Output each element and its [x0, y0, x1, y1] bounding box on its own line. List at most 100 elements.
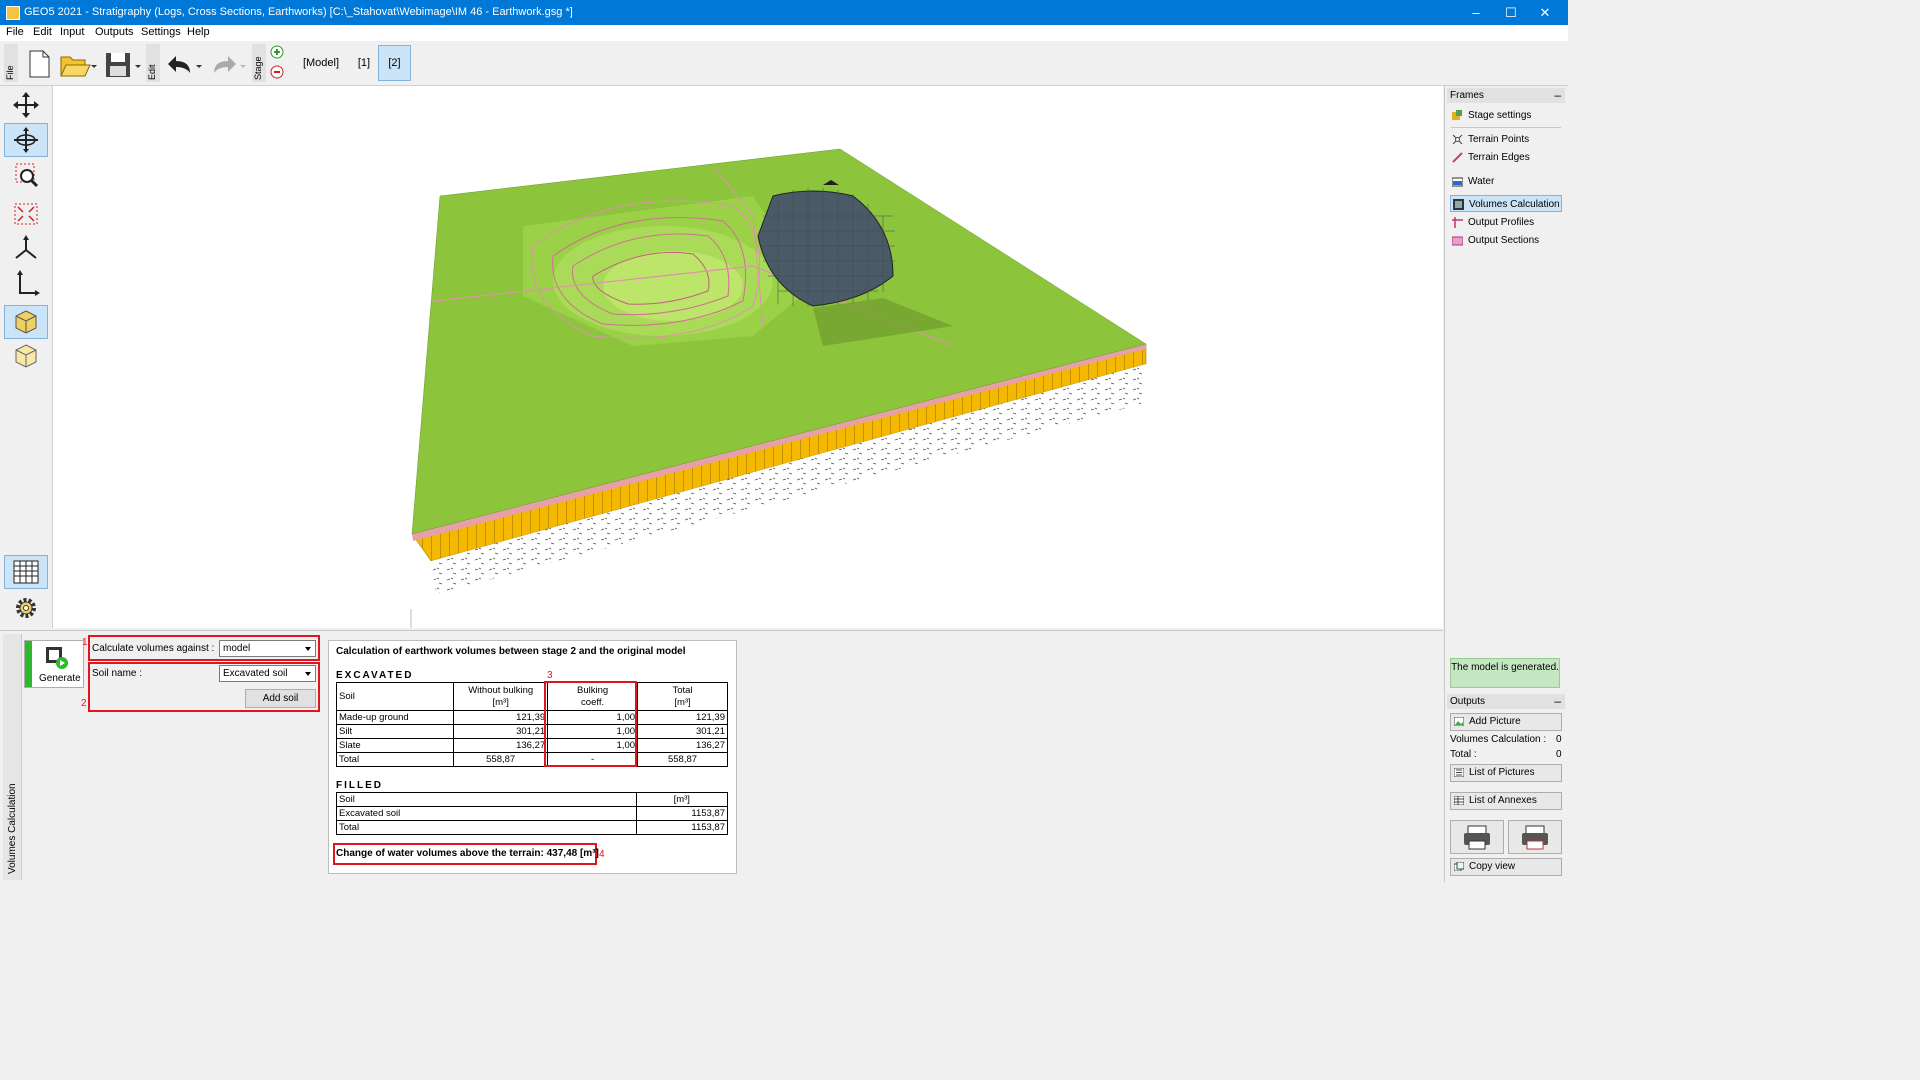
table-row-total: Total 558,87 - 558,87 [335, 752, 728, 767]
table-row: Slate 136,27 1,00 136,27 [335, 738, 728, 753]
filled-heading: FILLED [336, 780, 383, 791]
soil-name-label: Soil name : [92, 668, 143, 679]
frames-collapse-button[interactable]: – [1554, 88, 1561, 102]
list-of-annexes-button[interactable]: List of Annexes [1450, 792, 1562, 810]
stage-2-button[interactable]: [2] [378, 45, 411, 81]
3d-viewport[interactable] [53, 86, 1443, 628]
menu-edit[interactable]: Edit [33, 26, 52, 38]
highlight-box-3 [544, 681, 637, 767]
generate-button[interactable]: Generate [24, 640, 84, 688]
copy-view-button[interactable]: Copy view [1450, 858, 1562, 876]
calc-against-label: Calculate volumes against : [92, 643, 215, 654]
add-picture-button[interactable]: Add Picture [1450, 713, 1562, 731]
marker-4: 4 [599, 849, 605, 860]
marker-1: 1 [82, 637, 88, 648]
outputs-collapse-button[interactable]: – [1554, 694, 1561, 708]
frame-water[interactable]: Water [1450, 173, 1562, 190]
menu-input[interactable]: Input [60, 26, 84, 38]
stage-model-button[interactable]: [Model] [298, 45, 344, 81]
volumes-count-value: 0 [1556, 734, 1562, 745]
undo-icon [168, 56, 202, 73]
axes-2d-button[interactable] [4, 267, 48, 301]
new-file-icon [29, 50, 50, 78]
volumes-calculation-tab[interactable]: Volumes Calculation [3, 634, 22, 880]
excavated-col-header: Total [m³] [637, 682, 728, 711]
excavated-col-header: Soil [335, 682, 455, 711]
axes-3d-button[interactable] [4, 232, 48, 266]
move-tool-button[interactable] [4, 88, 48, 122]
app-icon [6, 6, 20, 20]
open-file-button[interactable] [56, 45, 98, 81]
add-stage-button[interactable] [270, 45, 284, 59]
print-button[interactable] [1450, 820, 1504, 854]
table-icon [13, 560, 39, 584]
filled-col-header: [m³] [635, 792, 729, 807]
fit-view-button[interactable] [4, 197, 48, 231]
add-picture-icon [1454, 717, 1464, 726]
terrain-edges-icon [1452, 152, 1463, 163]
terrain-points-icon [1452, 134, 1463, 145]
remove-stage-button[interactable] [270, 65, 284, 79]
volumes-count-label: Volumes Calculation : [1450, 734, 1547, 745]
box-view-button[interactable] [4, 305, 48, 339]
total-count-label: Total : [1450, 749, 1477, 760]
undo-button[interactable] [164, 45, 206, 81]
plus-circle-icon [270, 45, 284, 59]
menu-help[interactable]: Help [187, 26, 210, 38]
table-row: Excavated soil 1153,87 [336, 806, 729, 821]
results-title: Calculation of earthwork volumes between… [336, 646, 686, 657]
menu-outputs[interactable]: Outputs [95, 26, 134, 38]
frames-separator [1451, 127, 1561, 128]
table-row: Silt 301,21 1,00 301,21 [335, 724, 728, 739]
table-row-total: Total 1153,87 [336, 820, 729, 835]
zoom-tool-button[interactable] [4, 159, 48, 193]
open-folder-icon [60, 56, 97, 77]
frame-terrain-points[interactable]: Terrain Points [1450, 131, 1562, 148]
marker-3: 3 [547, 670, 553, 681]
file-group-label: File [4, 44, 18, 82]
list-of-pictures-button[interactable]: List of Pictures [1450, 764, 1562, 782]
edit-group-label: Edit [146, 44, 160, 82]
generate-icon [46, 647, 68, 669]
add-soil-button[interactable]: Add soil [245, 689, 316, 708]
close-button[interactable]: ✕ [1522, 0, 1568, 25]
window-title: GEO5 2021 - Stratigraphy (Logs, Cross Se… [24, 6, 573, 18]
right-panel: Frames – Stage settings Terrain Points Te… [1444, 86, 1569, 882]
settings-button[interactable] [4, 591, 48, 625]
calc-against-select[interactable]: model [219, 640, 316, 657]
table-view-button[interactable] [4, 555, 48, 589]
menu-file[interactable]: File [6, 26, 24, 38]
solid-box-icon [15, 310, 37, 334]
table-list-icon [1454, 796, 1464, 805]
rotate-tool-button[interactable] [4, 123, 48, 157]
minus-circle-icon [270, 65, 284, 79]
stage-group-label: Stage [252, 44, 266, 82]
frames-header: Frames – [1447, 88, 1565, 103]
water-icon [1452, 177, 1463, 187]
print-preview-button[interactable] [1508, 820, 1562, 854]
output-sections-icon [1452, 236, 1463, 246]
frame-output-sections[interactable]: Output Sections [1450, 232, 1562, 249]
generate-status-bar [25, 641, 32, 687]
frame-terrain-edges[interactable]: Terrain Edges [1450, 149, 1562, 166]
total-count-value: 0 [1556, 749, 1562, 760]
frame-stage-settings[interactable]: Stage settings [1450, 107, 1562, 124]
save-file-button[interactable] [102, 45, 144, 81]
menu-bar: File Edit Input Outputs Settings Help [0, 25, 1568, 41]
chevron-down-icon [305, 672, 311, 676]
outputs-header: Outputs – [1447, 694, 1565, 709]
axes-3d-icon [15, 235, 37, 259]
volumes-calculation-icon [1453, 199, 1464, 210]
title-bar: GEO5 2021 - Stratigraphy (Logs, Cross Se… [0, 0, 1568, 25]
excavated-table: Soil Without bulking [m³] Bulking coeff.… [335, 682, 728, 767]
excavated-heading: EXCAVATED [336, 670, 414, 681]
frame-volumes-calculation[interactable]: Volumes Calculation [1450, 195, 1562, 212]
new-file-button[interactable] [22, 45, 56, 81]
menu-settings[interactable]: Settings [141, 26, 181, 38]
stage-1-button[interactable]: [1] [350, 45, 378, 81]
box-wire-button[interactable] [4, 340, 48, 374]
soil-name-select[interactable]: Excavated soil [219, 665, 316, 682]
redo-button[interactable] [208, 45, 250, 81]
move-arrows-icon [13, 92, 39, 118]
frame-output-profiles[interactable]: Output Profiles [1450, 214, 1562, 231]
